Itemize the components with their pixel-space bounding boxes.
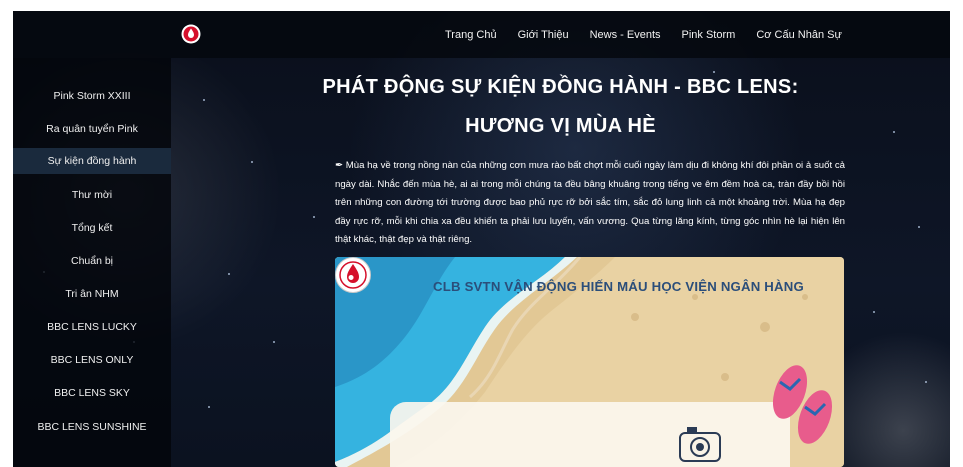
sidebar-item-ra-quan-tuyen-pink[interactable]: Ra quân tuyển Pink bbox=[13, 116, 171, 142]
nav-item-home[interactable]: Trang Chủ bbox=[445, 29, 497, 41]
nav-item-about[interactable]: Giới Thiệu bbox=[518, 29, 569, 41]
sidebar-item-tong-ket[interactable]: Tổng kết bbox=[13, 215, 171, 241]
sidebar-item-su-kien-dong-hanh[interactable]: Sự kiện đồng hành bbox=[13, 148, 171, 174]
sidebar-item-bbc-lens-sky[interactable]: BBC LENS SKY bbox=[13, 380, 171, 406]
sidebar-item-bbc-lens-only[interactable]: BBC LENS ONLY bbox=[13, 347, 171, 373]
main-nav: Trang Chủ Giới Thiệu News - Events Pink … bbox=[445, 11, 863, 58]
nav-item-news-events[interactable]: News - Events bbox=[590, 29, 661, 41]
club-name-text: CLB SVTN VẬN ĐỘNG HIẾN MÁU HỌC VIỆN NGÂN… bbox=[433, 279, 804, 294]
blood-drop-logo-icon[interactable] bbox=[181, 24, 201, 44]
sidebar: Pink Storm XXIII Ra quân tuyển Pink Sự k… bbox=[13, 58, 171, 467]
nav-item-staff-structure[interactable]: Cơ Cấu Nhân Sự bbox=[756, 29, 842, 41]
club-logo-icon bbox=[335, 257, 371, 293]
article-title-line-1: PHÁT ĐỘNG SỰ KIỆN ĐỒNG HÀNH - BBC LENS: bbox=[322, 76, 799, 98]
article-title-line-2: HƯƠNG VỊ MÙA HÈ bbox=[465, 115, 656, 137]
sidebar-item-bbc-lens-sunshine[interactable]: BBC LENS SUNSHINE bbox=[13, 414, 171, 440]
nav-item-pink-storm[interactable]: Pink Storm bbox=[682, 29, 736, 41]
event-banner-image: CLB SVTN VẬN ĐỘNG HIẾN MÁU HỌC VIỆN NGÂN… bbox=[335, 257, 844, 467]
sidebar-item-bbc-lens-lucky[interactable]: BBC LENS LUCKY bbox=[13, 314, 171, 340]
article-paragraph: ✒ Mùa hạ về trong nồng nàn của những cơn… bbox=[335, 160, 845, 245]
page-frame: Trang Chủ Giới Thiệu News - Events Pink … bbox=[13, 11, 950, 467]
top-navbar: Trang Chủ Giới Thiệu News - Events Pink … bbox=[13, 11, 950, 58]
sidebar-item-pink-storm-xxiii[interactable]: Pink Storm XXIII bbox=[13, 83, 171, 109]
sidebar-item-thu-moi[interactable]: Thư mời bbox=[13, 182, 171, 208]
sidebar-item-tri-an-nhm[interactable]: Tri ân NHM bbox=[13, 281, 171, 307]
sidebar-item-chuan-bi[interactable]: Chuẩn bị bbox=[13, 248, 171, 274]
